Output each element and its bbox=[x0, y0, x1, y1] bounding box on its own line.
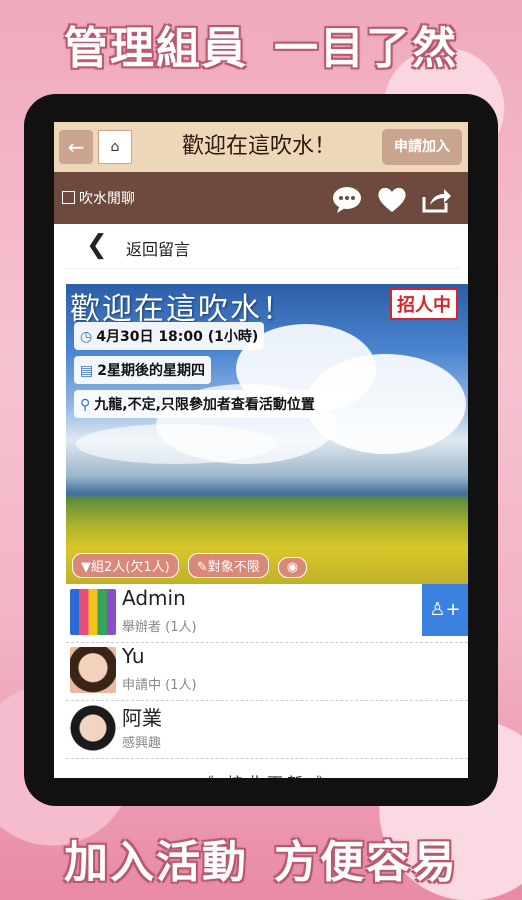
clock-icon: ◷ bbox=[80, 329, 93, 345]
event-cover-image: 歡迎在這吹水！ 招人中 ◷ 4月30日 18:00 (1小時) ▤ 2星期後的星期四… bbox=[66, 284, 468, 584]
group-name-label: 吹水閒聊 bbox=[79, 191, 135, 207]
headline-bottom-part2: 方便容易 bbox=[274, 837, 458, 888]
group-name[interactable]: 吹水閒聊 bbox=[62, 188, 135, 208]
back-arrow-icon: ← bbox=[67, 135, 85, 159]
view-icon[interactable]: ◉ bbox=[277, 557, 308, 578]
tag-audience-text: 對象不限 bbox=[207, 560, 260, 575]
list-item[interactable]: Admin 舉辦者 (1人) ♙+ bbox=[66, 584, 468, 643]
headline-bottom: 加入活動 方便容易 bbox=[0, 826, 522, 890]
avatar bbox=[70, 589, 116, 635]
app-screen: ← ⌂ 歡迎在這吹水！ 申請加入 吹水閒聊 ❮ 返回留言 歡迎在這吹水！ 招人中… bbox=[54, 122, 468, 778]
event-datetime-text: 4月30日 18:00 (1小時) bbox=[96, 329, 259, 345]
headline-bottom-part1: 加入活動 bbox=[64, 837, 248, 888]
top-bar: ← ⌂ 歡迎在這吹水！ 申請加入 bbox=[54, 122, 468, 172]
headline-top-part2: 一目了然 bbox=[274, 23, 458, 74]
tag-group-size: ▼組2人(欠1人) bbox=[72, 553, 179, 578]
back-button[interactable]: ← bbox=[59, 130, 93, 164]
avatar bbox=[70, 647, 116, 693]
share-icon[interactable] bbox=[420, 183, 452, 215]
headline-top: 管理組員 一目了然 bbox=[0, 12, 522, 76]
tag-group-size-text: 組2人(欠1人) bbox=[91, 560, 170, 575]
refresh-link[interactable]: 《 按此更新 》 bbox=[66, 770, 468, 778]
avatar bbox=[70, 705, 116, 751]
apply-join-button[interactable]: 申請加入 bbox=[382, 129, 462, 165]
member-name: 阿業 bbox=[122, 706, 162, 730]
member-name: Admin bbox=[122, 586, 186, 610]
member-role: 舉辦者 (1人) bbox=[122, 620, 197, 635]
member-name: Yu bbox=[122, 644, 145, 668]
event-recurrence-text: 2星期後的星期四 bbox=[97, 363, 205, 379]
chat-icon[interactable] bbox=[331, 183, 363, 215]
event-recurrence: ▤ 2星期後的星期四 bbox=[74, 356, 211, 384]
event-datetime: ◷ 4月30日 18:00 (1小時) bbox=[74, 322, 265, 350]
group-icon bbox=[62, 191, 75, 204]
member-role: 申請中 (1人) bbox=[122, 678, 197, 693]
event-tags: ▼組2人(欠1人) ✎對象不限 ◉ bbox=[72, 553, 311, 578]
back-to-messages[interactable]: ❮ 返回留言 bbox=[66, 224, 460, 269]
member-role: 感興趣 bbox=[122, 736, 162, 751]
location-pin-icon: ⚲ bbox=[80, 397, 91, 413]
home-icon: ⌂ bbox=[110, 139, 120, 155]
list-item[interactable]: Yu 申請中 (1人) bbox=[66, 642, 468, 701]
headline-top-part1: 管理組員 bbox=[64, 23, 248, 74]
heart-icon[interactable] bbox=[376, 183, 408, 215]
event-location-text: 九龍,不定,只限參加者查看活動位置 bbox=[94, 397, 315, 413]
list-item[interactable]: 阿業 感興趣 bbox=[66, 700, 468, 759]
calendar-icon: ▤ bbox=[80, 363, 94, 379]
home-button[interactable]: ⌂ bbox=[98, 130, 132, 164]
back-to-messages-label: 返回留言 bbox=[126, 240, 191, 259]
tag-audience: ✎對象不限 bbox=[187, 553, 269, 578]
chevron-left-icon: ❮ bbox=[86, 230, 108, 260]
page-title: 歡迎在這吹水！ bbox=[181, 134, 336, 159]
group-bar: 吹水閒聊 bbox=[54, 172, 468, 224]
member-list: Admin 舉辦者 (1人) ♙+ Yu 申請中 (1人) 阿業 感興趣 《 按… bbox=[66, 584, 468, 778]
add-member-button[interactable]: ♙+ bbox=[422, 584, 468, 636]
event-location[interactable]: ⚲ 九龍,不定,只限參加者查看活動位置 bbox=[74, 390, 321, 418]
add-user-icon: ♙+ bbox=[429, 599, 461, 620]
status-badge: 招人中 bbox=[390, 288, 458, 320]
